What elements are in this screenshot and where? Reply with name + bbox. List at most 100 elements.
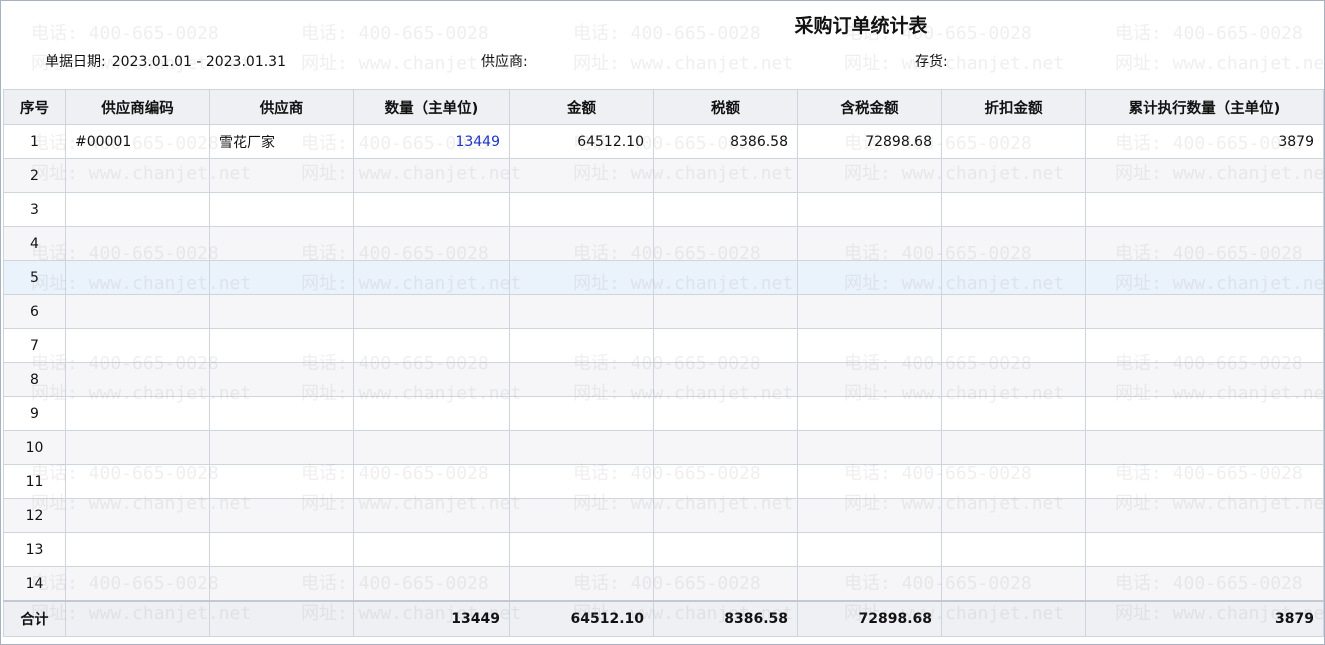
cell-amount-incl-tax — [797, 498, 942, 533]
cell-index: 8 — [3, 362, 66, 397]
cell-executed-quantity — [1085, 362, 1324, 397]
col-header-discount[interactable]: 折扣金额 — [941, 89, 1086, 125]
cell-supplier — [209, 396, 354, 431]
cell-quantity — [353, 532, 510, 567]
cell-supplier — [209, 362, 354, 397]
col-header-tax[interactable]: 税额 — [653, 89, 798, 125]
total-supplier — [209, 600, 354, 637]
table-row[interactable]: 5 — [3, 260, 1324, 295]
cell-index: 12 — [3, 498, 66, 533]
cell-supplier — [209, 226, 354, 261]
report-title: 采购订单统计表 — [794, 15, 928, 37]
total-supplier-code — [65, 600, 210, 637]
cell-supplier-code — [65, 226, 210, 261]
filter-supplier-label: 供应商: — [481, 54, 528, 70]
table-row[interactable]: 3 — [3, 192, 1324, 227]
cell-supplier-code — [65, 430, 210, 465]
cell-index: 1 — [3, 124, 66, 159]
cell-index: 14 — [3, 566, 66, 602]
cell-discount — [941, 158, 1086, 193]
table-row[interactable]: 12 — [3, 498, 1324, 533]
col-header-supplier[interactable]: 供应商 — [209, 89, 354, 125]
cell-supplier-code — [65, 192, 210, 227]
filter-stock-label: 存货: — [915, 54, 948, 70]
table-row[interactable]: 6 — [3, 294, 1324, 329]
table-row[interactable]: 11 — [3, 464, 1324, 499]
col-header-index[interactable]: 序号 — [3, 89, 66, 125]
cell-quantity[interactable]: 13449 — [353, 124, 510, 159]
cell-executed-quantity — [1085, 566, 1324, 602]
cell-amount — [509, 498, 654, 533]
cell-supplier-code — [65, 396, 210, 431]
cell-quantity — [353, 566, 510, 602]
table-header-row: 序号 供应商编码 供应商 数量（主单位) 金额 税额 含税金额 折扣金额 累计执… — [3, 89, 1324, 125]
table-row[interactable]: 9 — [3, 396, 1324, 431]
cell-discount — [941, 362, 1086, 397]
table-row[interactable]: 8 — [3, 362, 1324, 397]
table-row[interactable]: 14 — [3, 566, 1324, 602]
total-executed-quantity: 3879 — [1085, 600, 1324, 637]
filter-supplier: 供应商: — [481, 51, 534, 71]
table-row[interactable]: 4 — [3, 226, 1324, 261]
filter-date-label: 单据日期: — [45, 54, 106, 70]
table-row[interactable]: 13 — [3, 532, 1324, 567]
cell-index: 4 — [3, 226, 66, 261]
cell-amount-incl-tax — [797, 328, 942, 363]
cell-discount — [941, 294, 1086, 329]
table-row[interactable]: 1 #00001 雪花厂家 13449 64512.10 8386.58 72898.68 3… — [3, 124, 1324, 159]
table-row[interactable]: 2 — [3, 158, 1324, 193]
col-header-amount[interactable]: 金额 — [509, 89, 654, 125]
cell-quantity — [353, 362, 510, 397]
cell-supplier — [209, 328, 354, 363]
col-header-quantity[interactable]: 数量（主单位) — [353, 89, 510, 125]
cell-index: 11 — [3, 464, 66, 499]
cell-discount — [941, 328, 1086, 363]
cell-supplier — [209, 464, 354, 499]
cell-quantity — [353, 396, 510, 431]
filter-date-value[interactable]: 2023.01.01 - 2023.01.31 — [112, 54, 286, 70]
cell-amount-incl-tax — [797, 362, 942, 397]
cell-amount-incl-tax — [797, 566, 942, 602]
cell-amount-incl-tax — [797, 294, 942, 329]
cell-amount-incl-tax — [797, 226, 942, 261]
total-amount: 64512.10 — [509, 600, 654, 637]
cell-supplier — [209, 294, 354, 329]
cell-discount — [941, 124, 1086, 159]
cell-supplier — [209, 192, 354, 227]
cell-amount-incl-tax: 72898.68 — [797, 124, 942, 159]
cell-supplier-code — [65, 260, 210, 295]
cell-index: 6 — [3, 294, 66, 329]
col-header-supplier-code[interactable]: 供应商编码 — [65, 89, 210, 125]
cell-supplier-code: #00001 — [65, 124, 210, 159]
cell-supplier — [209, 430, 354, 465]
cell-amount-incl-tax — [797, 158, 942, 193]
table-row[interactable]: 7 — [3, 328, 1324, 363]
cell-quantity — [353, 226, 510, 261]
cell-quantity — [353, 158, 510, 193]
col-header-amount-incl-tax[interactable]: 含税金额 — [797, 89, 942, 125]
filter-date: 单据日期: 2023.01.01 - 2023.01.31 — [45, 51, 286, 71]
cell-amount — [509, 532, 654, 567]
cell-supplier-code — [65, 328, 210, 363]
cell-supplier-code — [65, 464, 210, 499]
cell-executed-quantity — [1085, 396, 1324, 431]
cell-executed-quantity — [1085, 260, 1324, 295]
cell-quantity — [353, 430, 510, 465]
col-header-executed-quantity[interactable]: 累计执行数量（主单位) — [1085, 89, 1324, 125]
filter-bar: 单据日期: 2023.01.01 - 2023.01.31 供应商: 存货: — [1, 51, 1324, 73]
total-discount — [941, 600, 1086, 637]
cell-supplier-code — [65, 498, 210, 533]
cell-amount — [509, 464, 654, 499]
table-row[interactable]: 10 — [3, 430, 1324, 465]
filter-stock: 存货: — [915, 51, 954, 71]
report-window: 采购订单统计表 单据日期: 2023.01.01 - 2023.01.31 供应商… — [0, 0, 1325, 645]
cell-supplier — [209, 532, 354, 567]
cell-index: 13 — [3, 532, 66, 567]
cell-amount-incl-tax — [797, 430, 942, 465]
cell-supplier-code — [65, 566, 210, 602]
cell-quantity — [353, 328, 510, 363]
cell-quantity — [353, 464, 510, 499]
cell-index: 5 — [3, 260, 66, 295]
cell-tax — [653, 566, 798, 602]
cell-discount — [941, 566, 1086, 602]
